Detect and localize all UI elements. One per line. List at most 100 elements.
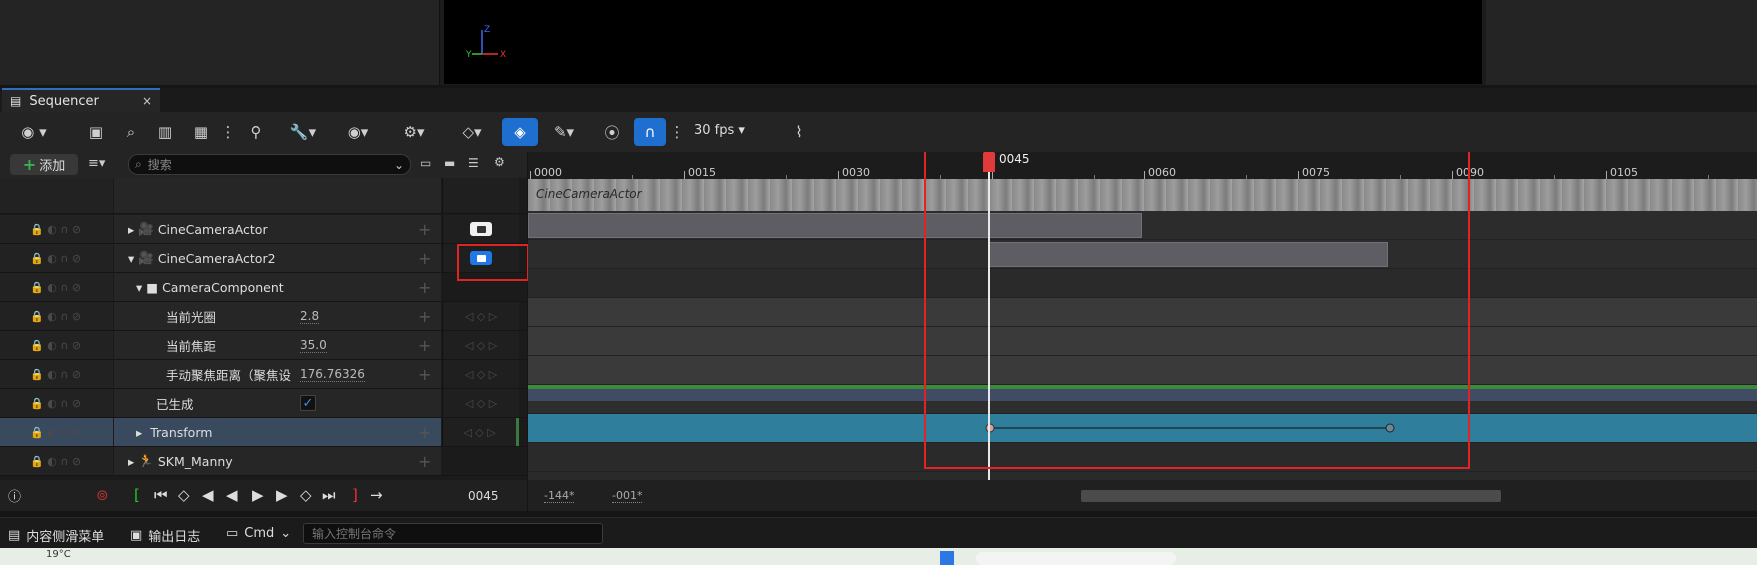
clapper-icon[interactable]: ▦ <box>190 118 212 146</box>
set-end-icon[interactable]: ] <box>352 486 358 504</box>
range-start[interactable]: -144* <box>544 489 575 503</box>
auto-key-icon[interactable]: ◈ <box>502 118 538 146</box>
focus-distance-value[interactable]: 176.76326 <box>300 367 365 382</box>
content-drawer-button[interactable]: ▤ 内容侧滑菜单 <box>8 526 104 545</box>
track-row-selected[interactable]: 🔒 ◐ ∩ ⊘ ▸ Transform + ◁ ◇ ▷ <box>0 418 527 447</box>
row-controls: 🔒 ◐ ∩ ⊘ <box>0 447 113 475</box>
wrench-icon[interactable]: 🔧▾ <box>284 118 322 146</box>
add-key-icon[interactable]: + <box>418 302 431 330</box>
taskbar-search[interactable] <box>976 552 1176 565</box>
chevron-right-icon[interactable]: ▸ <box>128 454 134 469</box>
add-track-icon[interactable]: + <box>418 273 431 301</box>
eye-icon[interactable]: ◉▾ <box>338 118 378 146</box>
focal-length-value[interactable]: 35.0 <box>300 338 327 353</box>
add-track-icon[interactable]: + <box>418 244 431 272</box>
camera-actor-icon: 🎥 <box>138 250 154 265</box>
prev-frame-icon[interactable]: ◀ <box>202 486 214 504</box>
property-row[interactable]: 🔒 ◐ ∩ ⊘ 当前焦距 35.0 + ◁ ◇ ▷ <box>0 331 527 360</box>
track-row[interactable]: 🔒 ◐ ∩ ⊘ ▸ 🏃 SKM_Manny + <box>0 447 527 476</box>
row-name: 手动聚焦距离（聚焦设 <box>114 360 441 388</box>
add-track-icon[interactable]: + <box>418 447 431 475</box>
world-icon[interactable]: ◉ ▾ <box>14 118 54 146</box>
row-controls: 🔒 ◐ ∩ ⊘ <box>0 331 113 359</box>
play-reverse-icon[interactable]: ◀ <box>226 486 238 504</box>
play-icon[interactable]: ▶ <box>252 486 264 504</box>
tick-major <box>684 171 685 179</box>
more-icon[interactable]: ⋮ <box>221 118 236 146</box>
expand-icon[interactable]: ▬ <box>444 156 455 170</box>
aperture-value[interactable]: 2.8 <box>300 309 320 324</box>
gear-icon[interactable]: ⚙▾ <box>394 118 434 146</box>
track-row[interactable]: 🔒 ◐ ∩ ⊘ ▾ 🎥 CineCameraActor2 + <box>0 244 527 273</box>
more-icon[interactable]: ⋮ <box>670 118 685 146</box>
cmd-label: Cmd <box>244 526 275 541</box>
cmd-dropdown[interactable]: ▭ Cmd ⌄ <box>226 526 291 541</box>
row-name: 当前光圈 <box>114 302 441 330</box>
search-input[interactable]: ⌕ 搜索 ⌄ <box>128 154 411 175</box>
range-end[interactable]: -001* <box>612 489 643 503</box>
key-icon[interactable]: ◇▾ <box>452 118 492 146</box>
timeline[interactable]: 0000 0015 0030 0060 0075 0090 0105 CineC… <box>528 152 1757 480</box>
tick-label: 0000 <box>534 166 562 179</box>
transport-bar: ⓘ ⊚ [ ⏮ ◇ ◀ ◀ ▶ ▶ ◇ ⏭ ] → 0045 <box>0 480 527 511</box>
add-button[interactable]: + 添加 <box>10 154 78 175</box>
track-label: CineCameraActor <box>157 221 268 237</box>
render-movie-icon[interactable]: ▥ <box>154 118 176 146</box>
property-row[interactable]: 🔒 ◐ ∩ ⊘ 手动聚焦距离（聚焦设 176.76326 + ◁ ◇ ▷ <box>0 360 527 389</box>
actor-icon[interactable]: ⚲ <box>244 118 268 146</box>
tick-label: 0030 <box>842 166 870 179</box>
chevron-down-icon[interactable]: ▾ <box>128 251 134 266</box>
next-key-icon[interactable]: ◇ <box>300 486 312 504</box>
collapse-icon[interactable]: ▭ <box>420 156 431 170</box>
jump-end-icon[interactable]: ⏭ <box>322 486 336 504</box>
list-icon[interactable]: ☰ <box>468 156 479 170</box>
set-start-icon[interactable]: [ <box>134 486 140 504</box>
spawned-checkbox[interactable]: ✓ <box>300 395 316 411</box>
search-icon: ⌕ <box>135 157 142 171</box>
track-row[interactable]: 🔒 ◐ ∩ ⊘ ▾ ■ CameraComponent + <box>0 273 527 302</box>
skeletal-mesh-icon: 🏃 <box>138 453 154 468</box>
chevron-right-icon[interactable]: ▸ <box>128 222 134 237</box>
loop-icon[interactable]: → <box>370 486 383 504</box>
sequencer-toolbar: ◉ ▾ ▣ ⌕ ▥ ▦ ⋮ ⚲ 🔧▾ ◉▾ ⚙▾ ◇▾ ◈ ✎▾ ⦿ ∩ ⋮ 3… <box>0 112 1757 152</box>
add-key-icon[interactable]: + <box>418 418 431 446</box>
curve-editor-icon[interactable]: ⌇ <box>788 118 810 146</box>
output-log-button[interactable]: ▣ 输出日志 <box>130 526 200 545</box>
save-icon[interactable]: ▣ <box>86 118 106 146</box>
track-label: CameraComponent <box>162 279 284 295</box>
drawer-icon: ▤ <box>8 528 21 543</box>
tab-sequencer[interactable]: ▤ Sequencer × <box>2 88 160 112</box>
settings-icon[interactable]: ⚙ <box>494 155 505 169</box>
prev-key-icon[interactable]: ◇ <box>178 486 190 504</box>
start-icon[interactable] <box>940 551 954 565</box>
record-icon[interactable]: ⊚ <box>96 486 109 504</box>
track-row[interactable]: 🔒 ◐ ∩ ⊘ ▸ 🎥 CineCameraActor + <box>0 215 527 244</box>
property-row[interactable]: 🔒 ◐ ∩ ⊘ 已生成 ✓ ◁ ◇ ▷ <box>0 389 527 418</box>
tick-major <box>530 171 531 179</box>
find-icon[interactable]: ⌕ <box>120 118 142 146</box>
close-icon[interactable]: × <box>142 94 152 108</box>
current-frame[interactable]: 0045 <box>468 489 499 503</box>
console-input[interactable] <box>303 523 603 544</box>
tick-major <box>838 171 839 179</box>
thumbnail-label: CineCameraActor <box>536 187 642 201</box>
pin-icon[interactable]: ⦿ <box>602 118 622 146</box>
jump-start-icon[interactable]: ⏮ <box>154 486 168 504</box>
info-icon[interactable]: ⓘ <box>8 486 21 505</box>
next-frame-icon[interactable]: ▶ <box>276 486 288 504</box>
level-viewport[interactable]: Z X Y <box>444 0 1482 84</box>
chevron-down-icon[interactable]: ⌄ <box>394 158 404 172</box>
snap-icon[interactable]: ∩ <box>634 118 666 146</box>
pen-icon[interactable]: ✎▾ <box>546 118 582 146</box>
chevron-down-icon[interactable]: ▾ <box>136 280 142 295</box>
timeline-scrollbar[interactable] <box>1081 490 1501 502</box>
fps-dropdown[interactable]: 30 fps ▾ <box>694 123 745 138</box>
chevron-right-icon[interactable]: ▸ <box>136 425 142 440</box>
add-key-icon[interactable]: + <box>418 331 431 359</box>
property-row[interactable]: 🔒 ◐ ∩ ⊘ 当前光圈 2.8 + ◁ ◇ ▷ <box>0 302 527 331</box>
add-track-icon[interactable]: + <box>418 215 431 243</box>
chevron-down-icon: ⌄ <box>280 526 292 541</box>
add-key-icon[interactable]: + <box>418 360 431 388</box>
filter-icon[interactable]: ≡▾ <box>88 156 105 171</box>
camera-cut-icon[interactable] <box>470 222 492 236</box>
